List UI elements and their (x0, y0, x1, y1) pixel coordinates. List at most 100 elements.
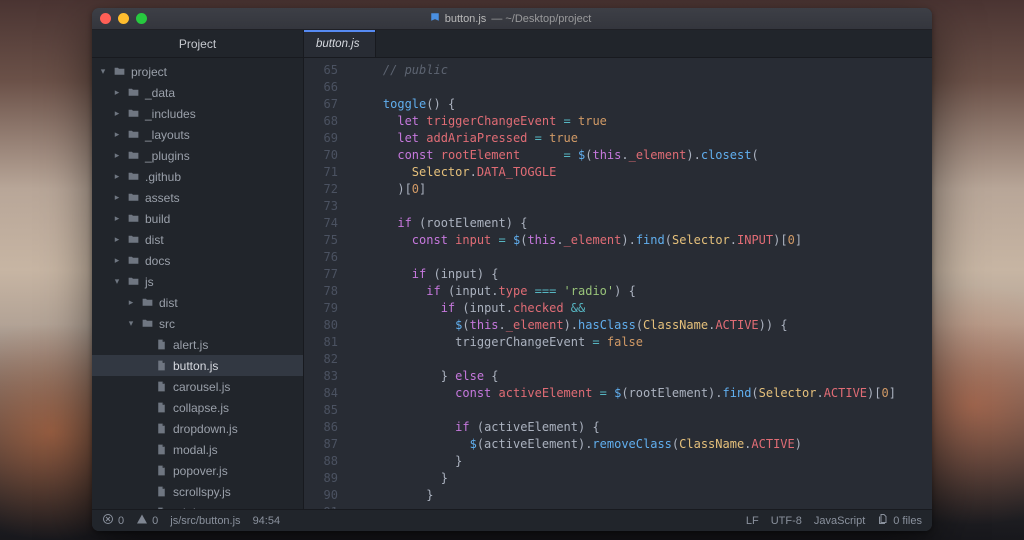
chevron-right-icon[interactable] (112, 108, 122, 119)
tree-item-label: button.js (173, 359, 218, 373)
folder-icon (141, 296, 154, 309)
chevron-down-icon[interactable] (126, 318, 136, 329)
folder-_layouts[interactable]: _layouts (92, 124, 303, 145)
chevron-right-icon[interactable] (112, 192, 122, 203)
error-icon (102, 513, 114, 528)
folder-icon (127, 149, 140, 162)
folder-assets[interactable]: assets (92, 187, 303, 208)
editor-main: button.js 65 66 67 68 69 70 71 72 73 74 … (304, 30, 932, 509)
title-path: — ~/Desktop/project (491, 13, 591, 25)
status-warnings[interactable]: 0 (136, 513, 158, 528)
folder-docs[interactable]: docs (92, 250, 303, 271)
status-line-ending[interactable]: LF (746, 515, 759, 527)
file-carousel-js[interactable]: carousel.js (92, 376, 303, 397)
tree-item-label: _data (145, 86, 175, 100)
file-dropdown-js[interactable]: dropdown.js (92, 418, 303, 439)
chevron-right-icon[interactable] (112, 171, 122, 182)
file-popover-js[interactable]: popover.js (92, 460, 303, 481)
chevron-right-icon[interactable] (112, 255, 122, 266)
tree-item-label: assets (145, 191, 180, 205)
editor-window: button.js — ~/Desktop/project Project pr… (92, 8, 932, 531)
window-titlebar[interactable]: button.js — ~/Desktop/project (92, 8, 932, 30)
file-alert-js[interactable]: alert.js (92, 334, 303, 355)
chevron-right-icon[interactable] (126, 297, 136, 308)
tree-item-label: dist (159, 296, 178, 310)
folder-src[interactable]: src (92, 313, 303, 334)
code-area[interactable]: // public toggle() { let triggerChangeEv… (348, 58, 932, 509)
status-errors[interactable]: 0 (102, 513, 124, 528)
chevron-right-icon[interactable] (112, 87, 122, 98)
tab-button-js[interactable]: button.js (304, 30, 376, 57)
folder-project[interactable]: project (92, 61, 303, 82)
chevron-down-icon[interactable] (98, 66, 108, 77)
line-number-gutter: 65 66 67 68 69 70 71 72 73 74 75 76 77 7… (304, 58, 348, 509)
tree-item-label: scrollspy.js (173, 485, 231, 499)
folder-_includes[interactable]: _includes (92, 103, 303, 124)
folder-icon (127, 191, 140, 204)
folder--github[interactable]: .github (92, 166, 303, 187)
folder-icon (127, 107, 140, 120)
status-files[interactable]: 0 files (877, 513, 922, 528)
tree-item-label: _layouts (145, 128, 190, 142)
folder-icon (127, 86, 140, 99)
file-icon (155, 359, 168, 372)
tree-item-label: popover.js (173, 464, 228, 478)
chevron-down-icon[interactable] (112, 276, 122, 287)
folder-_data[interactable]: _data (92, 82, 303, 103)
chevron-right-icon[interactable] (112, 150, 122, 161)
chevron-right-icon[interactable] (112, 129, 122, 140)
folder-icon (113, 65, 126, 78)
zoom-window-button[interactable] (136, 13, 147, 24)
file-tab-js[interactable]: tab.js (92, 502, 303, 509)
tree-item-label: modal.js (173, 443, 218, 457)
tree-item-label: build (145, 212, 170, 226)
tree-item-label: _includes (145, 107, 196, 121)
file-icon (155, 464, 168, 477)
panel-header-project[interactable]: Project (92, 30, 303, 58)
tree-item-label: alert.js (173, 338, 208, 352)
chevron-right-icon[interactable] (112, 234, 122, 245)
project-sidebar: Project project _data _includes _layouts _pl… (92, 30, 304, 509)
code-editor[interactable]: 65 66 67 68 69 70 71 72 73 74 75 76 77 7… (304, 58, 932, 509)
close-window-button[interactable] (100, 13, 111, 24)
tree-item-label: src (159, 317, 175, 331)
file-icon (155, 338, 168, 351)
file-collapse-js[interactable]: collapse.js (92, 397, 303, 418)
file-button-js[interactable]: button.js (92, 355, 303, 376)
traffic-lights (100, 13, 147, 24)
chevron-right-icon[interactable] (112, 213, 122, 224)
file-icon (155, 380, 168, 393)
folder-icon (127, 275, 140, 288)
folder-icon (127, 128, 140, 141)
folder-dist[interactable]: dist (92, 292, 303, 313)
folder-icon (127, 212, 140, 225)
files-icon (877, 513, 889, 528)
file-tree[interactable]: project _data _includes _layouts _plugins .gi… (92, 58, 303, 509)
file-modal-js[interactable]: modal.js (92, 439, 303, 460)
folder-icon (127, 233, 140, 246)
folder-build[interactable]: build (92, 208, 303, 229)
tree-item-label: _plugins (145, 149, 190, 163)
file-icon (155, 401, 168, 414)
status-cursor[interactable]: 94:54 (253, 515, 281, 527)
file-scrollspy-js[interactable]: scrollspy.js (92, 481, 303, 502)
warning-icon (136, 513, 148, 528)
tree-item-label: carousel.js (173, 380, 230, 394)
folder-js[interactable]: js (92, 271, 303, 292)
status-language[interactable]: JavaScript (814, 515, 865, 527)
file-icon (155, 443, 168, 456)
tree-item-label: dropdown.js (173, 422, 238, 436)
folder-_plugins[interactable]: _plugins (92, 145, 303, 166)
status-encoding[interactable]: UTF-8 (771, 515, 802, 527)
status-path[interactable]: js/src/button.js (170, 515, 240, 527)
tab-bar[interactable]: button.js (304, 30, 932, 58)
tree-item-label: collapse.js (173, 401, 229, 415)
folder-icon (141, 317, 154, 330)
status-bar: 0 0 js/src/button.js 94:54 LF UTF-8 Java… (92, 509, 932, 531)
tree-item-label: .github (145, 170, 181, 184)
window-title: button.js — ~/Desktop/project (147, 12, 874, 25)
minimize-window-button[interactable] (118, 13, 129, 24)
title-filename: button.js (445, 13, 487, 25)
folder-dist[interactable]: dist (92, 229, 303, 250)
tree-item-label: js (145, 275, 154, 289)
